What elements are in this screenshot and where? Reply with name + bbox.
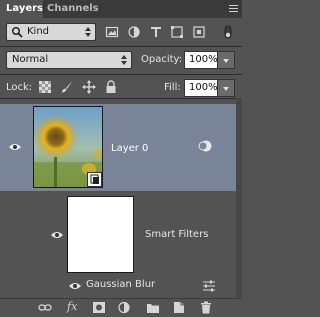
shape-layer-filter-icon[interactable] xyxy=(170,25,184,39)
layers-scrollbar[interactable] xyxy=(236,98,242,298)
divider xyxy=(0,74,242,75)
layer-style-fx-icon[interactable]: fx xyxy=(67,300,77,313)
fill-dropdown-button[interactable] xyxy=(218,79,235,97)
fill-field[interactable]: 100% xyxy=(184,79,218,97)
visibility-eye-icon[interactable] xyxy=(8,142,22,152)
type-layer-filter-icon[interactable] xyxy=(149,25,163,39)
lock-transparent-pixels-icon[interactable] xyxy=(38,80,52,94)
filter-kind-select[interactable]: Kind xyxy=(6,23,96,41)
panel-menu-icon[interactable] xyxy=(226,4,240,14)
smart-object-badge-icon xyxy=(87,172,102,187)
blend-mode-select[interactable]: Normal xyxy=(6,51,132,69)
opacity-label: Opacity: xyxy=(141,54,183,65)
new-layer-icon[interactable] xyxy=(172,301,186,314)
updown-arrows-icon xyxy=(85,26,91,38)
divider xyxy=(0,46,242,47)
gaussian-blur-label: Gaussian Blur xyxy=(86,279,156,290)
tab-layers[interactable]: Layers xyxy=(0,0,43,18)
layers-panel: Layers Channels Kind Normal Opacity: 100… xyxy=(0,0,242,317)
add-layer-mask-icon[interactable] xyxy=(92,301,106,314)
search-icon xyxy=(11,26,23,38)
divider xyxy=(0,98,236,99)
visibility-eye-icon[interactable] xyxy=(68,281,82,291)
visibility-eye-icon[interactable] xyxy=(50,230,64,240)
smart-filters-label: Smart Filters xyxy=(145,229,209,240)
new-group-folder-icon[interactable] xyxy=(146,301,160,314)
smart-object-filter-icon[interactable] xyxy=(192,25,206,39)
lock-all-icon[interactable] xyxy=(104,80,118,94)
smart-filter-mask-thumbnail[interactable] xyxy=(67,196,134,273)
tab-separator xyxy=(43,3,44,15)
lock-position-move-icon[interactable] xyxy=(82,80,96,94)
smart-filter-indicator-icon xyxy=(198,140,212,152)
fill-label: Fill: xyxy=(164,82,181,93)
lock-image-pixels-brush-icon[interactable] xyxy=(60,80,74,94)
lock-label: Lock: xyxy=(6,82,33,93)
filter-toggle-icon[interactable] xyxy=(222,25,234,39)
filter-kind-label: Kind xyxy=(27,26,50,37)
adjustment-layer-filter-icon[interactable] xyxy=(127,25,141,39)
pixel-layer-filter-icon[interactable] xyxy=(105,25,119,39)
opacity-field[interactable]: 100% xyxy=(184,51,218,69)
updown-arrows-icon xyxy=(121,54,127,66)
layer-name[interactable]: Layer 0 xyxy=(111,143,148,154)
delete-layer-trash-icon[interactable] xyxy=(199,301,213,314)
opacity-dropdown-button[interactable] xyxy=(218,51,235,69)
tab-channels[interactable]: Channels xyxy=(47,0,99,18)
filter-blending-options-icon[interactable] xyxy=(202,280,216,292)
new-adjustment-layer-icon[interactable] xyxy=(117,301,131,314)
blend-mode-label: Normal xyxy=(12,54,49,65)
panel-tab-bar: Layers Channels xyxy=(0,0,242,18)
link-layers-icon[interactable] xyxy=(38,301,52,314)
